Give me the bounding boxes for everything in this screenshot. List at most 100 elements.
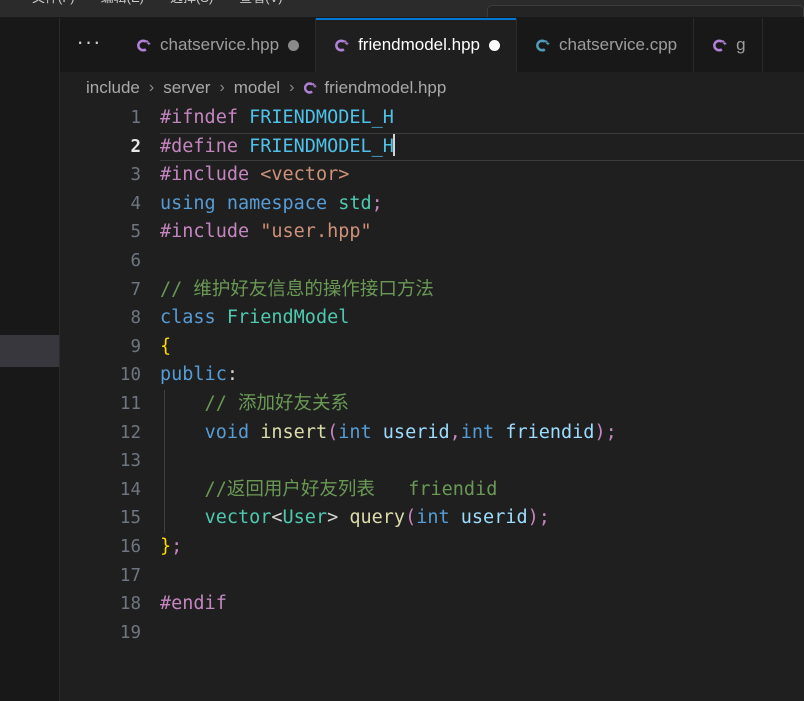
code-line-4[interactable]: 4 using namespace std; bbox=[60, 190, 804, 219]
line-number: 18 bbox=[119, 594, 141, 615]
code-line-11[interactable]: 11 // 添加好友关系 bbox=[60, 389, 804, 419]
menu-item-2[interactable]: 选择(S) bbox=[170, 0, 213, 7]
sidebar-selected-item[interactable] bbox=[0, 335, 60, 367]
code-line-15[interactable]: 15 vector<User> query(int userid); bbox=[60, 504, 804, 533]
code-tokens: }; bbox=[160, 535, 183, 557]
cpp-source-file-icon bbox=[536, 38, 550, 52]
editor-tab-g[interactable]: g bbox=[694, 18, 763, 72]
vscode-window: 文件(F) 编辑(E) 选择(S) 查看(V) ··· chatservice.hpp… bbox=[0, 0, 804, 701]
code-line-content[interactable]: }; bbox=[160, 533, 804, 562]
code-line-content[interactable]: #define FRIENDMODEL_H bbox=[160, 132, 804, 162]
code-line-content[interactable]: vector<User> query(int userid); bbox=[160, 504, 804, 533]
code-line-19[interactable]: 19 bbox=[60, 619, 804, 648]
code-line-content[interactable]: // 添加好友关系 bbox=[160, 389, 804, 419]
line-number: 7 bbox=[130, 279, 141, 300]
code-tokens: { bbox=[160, 335, 172, 357]
cpp-header-file-icon bbox=[137, 38, 151, 52]
code-tokens: #endif bbox=[160, 593, 227, 615]
cpp-header-file-icon bbox=[713, 38, 727, 52]
breadcrumb-item-model[interactable]: model bbox=[232, 78, 282, 98]
editor-tab-chatservice-cpp[interactable]: chatservice.cpp bbox=[517, 18, 695, 72]
code-tokens: vector<User> query(int userid); bbox=[204, 507, 550, 529]
code-tokens: class FriendModel bbox=[160, 307, 350, 329]
breadcrumb-separator-icon: › bbox=[289, 79, 295, 96]
code-line-14[interactable]: 14 //返回用户好友列表 friendid bbox=[60, 475, 804, 505]
code-line-content[interactable]: // 维护好友信息的操作接口方法 bbox=[160, 276, 804, 305]
editor-tab-chatservice-hpp[interactable]: chatservice.hpp bbox=[118, 18, 317, 72]
code-line-3[interactable]: 3 #include <vector> bbox=[60, 161, 804, 190]
cpp-header-file-icon bbox=[304, 82, 317, 94]
code-line-13[interactable]: 13 bbox=[60, 447, 804, 476]
line-number: 5 bbox=[130, 222, 141, 243]
menu-bar[interactable]: 文件(F) 编辑(E) 选择(S) 查看(V) bbox=[32, 0, 283, 7]
code-line-content[interactable]: #include <vector> bbox=[160, 161, 804, 190]
line-number: 6 bbox=[130, 250, 141, 271]
line-number: 17 bbox=[119, 565, 141, 586]
indent-guide bbox=[164, 504, 165, 533]
line-number: 10 bbox=[119, 365, 141, 386]
breadcrumb-item-file[interactable]: friendmodel.hpp bbox=[301, 78, 446, 98]
code-tokens: //返回用户好友列表 friendid bbox=[160, 478, 498, 500]
editor-group: ··· chatservice.hpp friendmodel.hpp chatse… bbox=[60, 18, 804, 701]
breadcrumb-file-label: friendmodel.hpp bbox=[324, 78, 447, 97]
sidebar-panel[interactable] bbox=[0, 18, 60, 701]
tab-dirty-indicator[interactable] bbox=[489, 39, 500, 51]
line-number: 3 bbox=[130, 165, 141, 186]
code-line-9[interactable]: 9{ bbox=[60, 333, 804, 362]
code-tokens: #ifndef FRIENDMODEL_H bbox=[160, 107, 394, 128]
code-tokens: void insert(int userid,int friendid); bbox=[204, 421, 617, 443]
code-line-10[interactable]: 10 public: bbox=[60, 361, 804, 390]
menu-item-3[interactable]: 查看(V) bbox=[239, 0, 282, 7]
line-number: 1 bbox=[130, 108, 141, 128]
indent-guide bbox=[164, 475, 165, 505]
code-line-2[interactable]: 2 #define FRIENDMODEL_H bbox=[60, 132, 804, 162]
cpp-header-file-icon bbox=[335, 38, 349, 52]
breadcrumb[interactable]: include › server › model › friendmodel.hpp bbox=[60, 72, 804, 104]
menu-item-1[interactable]: 编辑(E) bbox=[101, 0, 144, 7]
breadcrumb-item-server[interactable]: server bbox=[161, 78, 212, 98]
code-line-content[interactable]: #endif bbox=[160, 590, 804, 619]
code-line-content[interactable]: void insert(int userid,int friendid); bbox=[160, 418, 804, 448]
code-line-7[interactable]: 7 // 维护好友信息的操作接口方法 bbox=[60, 276, 804, 305]
editor-tab-bar: ··· chatservice.hpp friendmodel.hpp chatse… bbox=[60, 18, 804, 72]
indent-guide bbox=[164, 389, 165, 419]
code-line-17[interactable]: 17 bbox=[60, 562, 804, 591]
code-editor[interactable]: 1 #ifndef FRIENDMODEL_H 2 #define FRIENDMOD… bbox=[60, 104, 804, 701]
code-line-content[interactable] bbox=[160, 562, 804, 591]
code-line-content[interactable]: #include "user.hpp" bbox=[160, 218, 804, 247]
line-number: 9 bbox=[130, 336, 141, 357]
title-bar: 文件(F) 编辑(E) 选择(S) 查看(V) bbox=[0, 0, 804, 18]
code-line-12[interactable]: 12 void insert(int userid,int friendid); bbox=[60, 418, 804, 448]
line-number: 16 bbox=[119, 536, 141, 557]
breadcrumb-item-include[interactable]: include bbox=[84, 78, 142, 98]
code-line-content[interactable]: using namespace std; bbox=[160, 190, 804, 219]
tab-label: friendmodel.hpp bbox=[358, 35, 480, 54]
code-line-6[interactable]: 6 bbox=[60, 247, 804, 276]
code-line-content[interactable] bbox=[160, 247, 804, 276]
code-line-16[interactable]: 16}; bbox=[60, 533, 804, 562]
code-tokens: #include "user.hpp" bbox=[160, 221, 372, 243]
code-line-8[interactable]: 8 class FriendModel bbox=[60, 304, 804, 333]
editor-tab-friendmodel-hpp[interactable]: friendmodel.hpp bbox=[316, 18, 517, 72]
menu-item-0[interactable]: 文件(F) bbox=[32, 0, 75, 7]
code-tokens: #define FRIENDMODEL_H bbox=[160, 133, 395, 157]
code-line-content[interactable]: public: bbox=[160, 361, 804, 390]
code-line-content[interactable]: { bbox=[160, 333, 804, 362]
tab-label: chatservice.hpp bbox=[160, 35, 280, 54]
line-number: 15 bbox=[119, 508, 141, 529]
code-line-content[interactable] bbox=[160, 619, 804, 648]
code-line-content[interactable]: //返回用户好友列表 friendid bbox=[160, 475, 804, 505]
code-tokens: public: bbox=[160, 364, 238, 386]
code-line-1[interactable]: 1 #ifndef FRIENDMODEL_H bbox=[60, 104, 804, 133]
indent-guide bbox=[164, 447, 165, 476]
code-line-content[interactable]: #ifndef FRIENDMODEL_H bbox=[160, 104, 804, 133]
code-line-content[interactable] bbox=[160, 447, 804, 476]
code-line-5[interactable]: 5 #include "user.hpp" bbox=[60, 218, 804, 247]
code-line-content[interactable]: class FriendModel bbox=[160, 304, 804, 333]
tab-dirty-indicator[interactable] bbox=[288, 39, 300, 51]
code-tokens: using namespace std; bbox=[160, 192, 383, 214]
code-line-18[interactable]: 18 #endif bbox=[60, 590, 804, 619]
line-number: 13 bbox=[119, 451, 141, 472]
tab-overflow-ellipsis-icon[interactable]: ··· bbox=[60, 18, 118, 72]
tab-label: chatservice.cpp bbox=[559, 35, 678, 54]
